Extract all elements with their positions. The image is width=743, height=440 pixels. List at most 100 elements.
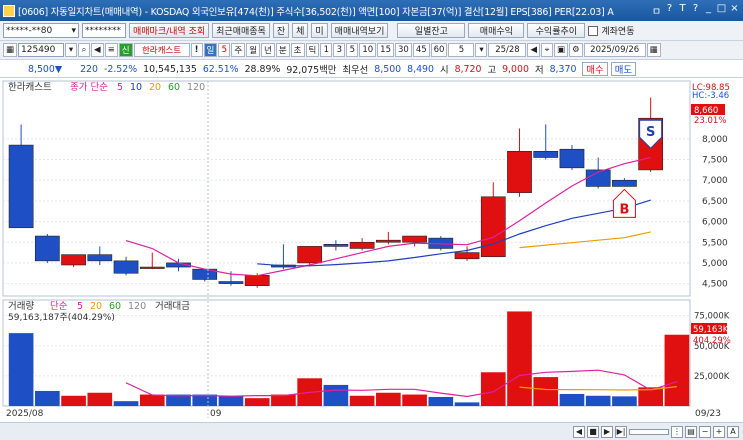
volume-bar bbox=[139, 394, 165, 406]
zoom-in-icon[interactable]: + bbox=[713, 425, 725, 438]
chevron-down-icon[interactable]: ▾ bbox=[475, 43, 488, 57]
zoom-out-icon[interactable]: − bbox=[699, 425, 711, 438]
balance-button[interactable]: 잔 bbox=[272, 23, 290, 38]
link-icon[interactable]: ㅁ bbox=[651, 3, 662, 18]
price-volume-chart[interactable]: 8,000 7,500 7,000 6,500 6,000 5,500 5,000 4,500… bbox=[0, 78, 743, 422]
candle-body bbox=[87, 254, 113, 262]
minute-60[interactable]: 60 bbox=[430, 43, 448, 57]
scroll-end-icon[interactable]: ▶| bbox=[615, 425, 627, 438]
volume-ma-label: 단순 bbox=[50, 301, 68, 312]
volume-last-tag-text: 59,163K bbox=[693, 325, 729, 335]
candle-body bbox=[612, 179, 637, 187]
count-select[interactable]: 5 bbox=[448, 43, 475, 57]
minute-30[interactable]: 30 bbox=[394, 43, 412, 57]
volume-bar bbox=[271, 394, 296, 406]
filled-button[interactable]: 체 bbox=[292, 23, 309, 38]
account-select[interactable]: *****-**80 ▾ bbox=[3, 23, 79, 38]
font-size-icon[interactable]: A bbox=[727, 425, 739, 438]
volume-ratio: 62.51% bbox=[202, 63, 239, 75]
zoom-slider[interactable] bbox=[629, 428, 669, 435]
tab-tick[interactable]: 틱 bbox=[305, 43, 320, 57]
zoom-grip-icon[interactable]: ⋮ bbox=[671, 425, 683, 438]
ma-period-legend: 20 bbox=[149, 82, 161, 93]
candle-body bbox=[323, 244, 349, 247]
volume-bar bbox=[218, 396, 244, 406]
scroll-right-icon[interactable]: ▶ bbox=[601, 425, 613, 438]
recent-trades-button[interactable]: 최근매매종목 bbox=[212, 23, 270, 38]
change-value: 220 bbox=[80, 63, 98, 75]
sell-button[interactable]: 매도 bbox=[610, 62, 636, 76]
chart-area[interactable]: 8,000 7,500 7,000 6,500 6,000 5,500 5,000 4,500… bbox=[0, 78, 743, 422]
chart-scrollbar[interactable]: ◀ ■ ▶ ▶| ⋮ ▤ − + A bbox=[0, 422, 743, 440]
password-field[interactable]: ******** bbox=[82, 23, 126, 38]
minimize-button[interactable]: _ bbox=[703, 3, 714, 18]
app-icon bbox=[3, 4, 15, 17]
scroll-left-icon[interactable]: ◀ bbox=[573, 425, 585, 438]
scroll-stop-icon[interactable]: ■ bbox=[587, 425, 599, 438]
zoom-icon[interactable]: ⌖ bbox=[541, 43, 554, 57]
unfilled-button[interactable]: 미 bbox=[311, 23, 328, 38]
grid-icon[interactable]: ▦ bbox=[3, 43, 18, 57]
list-icon[interactable]: ≡ bbox=[104, 43, 118, 57]
candle-body bbox=[34, 235, 60, 262]
account-link-checkbox[interactable] bbox=[588, 25, 599, 36]
tab-second[interactable]: 초 bbox=[290, 43, 305, 57]
tab-day[interactable]: 일 bbox=[203, 43, 218, 57]
daily-balance-button[interactable]: 일별잔고 bbox=[397, 23, 466, 38]
quote-bar: 8,500 ▼ 220 -2.52% 10,545,135 62.51% 28.… bbox=[0, 61, 743, 78]
best-ask: 8,500 bbox=[374, 63, 402, 75]
search-icon[interactable]: ⌕ bbox=[78, 43, 91, 57]
tab-year[interactable]: 년 bbox=[261, 43, 275, 57]
minute-5[interactable]: 5 bbox=[346, 43, 359, 57]
calendar-icon[interactable]: ▦ bbox=[646, 43, 661, 57]
stock-code-input[interactable]: 125490 bbox=[18, 43, 65, 57]
high-label: 고 bbox=[487, 65, 497, 76]
alert-icon[interactable]: ! bbox=[190, 43, 203, 57]
candle-body bbox=[507, 150, 532, 193]
sell-marker-label: S bbox=[646, 125, 655, 140]
minute-3[interactable]: 3 bbox=[333, 43, 346, 57]
date-input[interactable]: 2025/09/26 bbox=[583, 43, 646, 57]
stock-name: 한라캐스트 bbox=[133, 43, 190, 57]
x-axis-right-label: 09/23 bbox=[695, 409, 721, 419]
close-button[interactable]: × bbox=[729, 3, 740, 18]
trade-mark-query-button[interactable]: 매매마크/내역 조회 bbox=[129, 23, 210, 38]
minute-1[interactable]: 1 bbox=[320, 43, 333, 57]
buy-button[interactable]: 매수 bbox=[582, 62, 608, 76]
tab-week[interactable]: 주 bbox=[231, 43, 246, 57]
last-pct-tag: 23.01% bbox=[694, 116, 726, 126]
settings-icon[interactable]: ⚙ bbox=[569, 43, 583, 57]
help-icon[interactable]: ? bbox=[664, 3, 675, 18]
speaker-icon[interactable]: ◀ bbox=[91, 43, 104, 57]
volume-bar bbox=[664, 334, 690, 406]
candle-body bbox=[480, 196, 506, 258]
volume-bar bbox=[35, 390, 60, 406]
tab-minute[interactable]: 분 bbox=[275, 43, 290, 57]
credit-badge: 신 bbox=[118, 43, 133, 57]
return-trend-button[interactable]: 수익률추이 bbox=[527, 23, 586, 38]
candle-body bbox=[559, 148, 585, 169]
tab-month[interactable]: 월 bbox=[246, 43, 261, 57]
minute-15[interactable]: 15 bbox=[377, 43, 394, 57]
volume-bar bbox=[428, 396, 454, 406]
save-icon[interactable]: ▣ bbox=[554, 43, 569, 57]
maximize-button[interactable]: □ bbox=[716, 3, 727, 18]
trade-history-button[interactable]: 매매내역보기 bbox=[330, 23, 389, 38]
volume-last-pct: 404.29% bbox=[693, 336, 731, 346]
volume-tick-label: 25,000K bbox=[694, 372, 730, 382]
chevron-down-icon[interactable]: ▾ bbox=[65, 43, 78, 57]
nav-left-icon[interactable]: ◀ bbox=[527, 43, 541, 57]
font-icon[interactable]: T bbox=[677, 3, 688, 18]
minute-10[interactable]: 10 bbox=[359, 43, 377, 57]
ma-period-legend: 10 bbox=[130, 82, 142, 93]
ma-label: 종가 단순 bbox=[70, 82, 108, 93]
minute-45[interactable]: 45 bbox=[412, 43, 430, 57]
candle-body bbox=[402, 235, 427, 243]
price-tick-label: 5,000 bbox=[702, 259, 728, 269]
layout-icon[interactable]: ▤ bbox=[685, 425, 697, 438]
period-number[interactable]: 5 bbox=[218, 43, 231, 57]
hc-value: HC:-3.46 bbox=[692, 91, 729, 101]
candle-body bbox=[218, 281, 244, 284]
question-icon[interactable]: ? bbox=[690, 3, 701, 18]
trade-profit-button[interactable]: 매매수익 bbox=[468, 23, 525, 38]
